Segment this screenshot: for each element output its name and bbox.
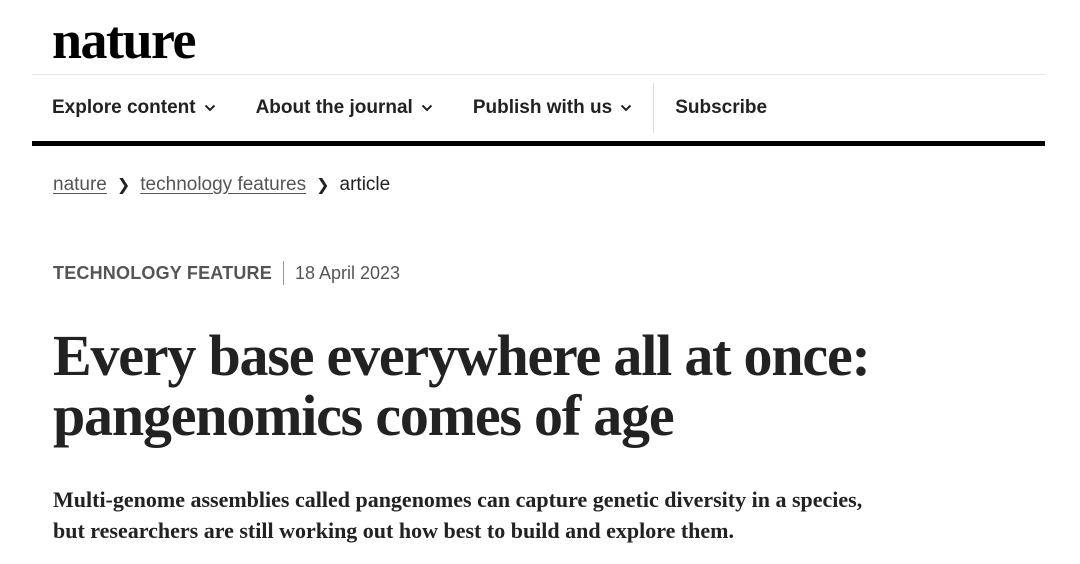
nav-explore-content[interactable]: Explore content [32, 75, 236, 141]
standfirst-line-1: Multi-genome assemblies called pangenome… [53, 487, 863, 512]
chevron-right-icon: ❯ [116, 177, 131, 194]
nav-subscribe-label: Subscribe [675, 97, 768, 118]
article-type: TECHNOLOGY FEATURE [53, 262, 272, 283]
meta-divider [282, 261, 284, 285]
main-nav: Explore content About the journal Publis… [32, 75, 1045, 141]
nav-publish-with-us-label: Publish with us [472, 97, 613, 118]
chevron-right-icon: ❯ [316, 177, 330, 194]
article-meta: TECHNOLOGY FEATURE 18 April 2023 [53, 261, 400, 285]
article-title: Every base everywhere all at once: pange… [53, 326, 1053, 446]
nav-bottom-rule [32, 141, 1045, 146]
article-standfirst: Multi-genome assemblies called pangenome… [53, 484, 1053, 546]
standfirst-line-2: but researchers are still working out ho… [53, 518, 735, 543]
article-title-line-1: Every base everywhere all at once: [53, 323, 871, 388]
chevron-down-icon [421, 104, 433, 112]
nav-publish-with-us[interactable]: Publish with us [453, 75, 652, 141]
breadcrumb-link-nature[interactable]: nature [53, 174, 107, 196]
site-logo[interactable]: nature [52, 10, 197, 70]
article-title-line-2: pangenomics comes of age [53, 383, 675, 448]
nav-about-the-journal[interactable]: About the journal [236, 75, 453, 141]
nav-subscribe[interactable]: Subscribe [655, 75, 787, 141]
breadcrumb: nature ❯ technology features ❯ article [53, 174, 390, 196]
article-date: 18 April 2023 [294, 262, 401, 283]
chevron-down-icon [620, 104, 632, 112]
nav-about-the-journal-label: About the journal [255, 97, 413, 118]
chevron-down-icon [204, 104, 215, 112]
nav-separator [653, 83, 655, 133]
breadcrumb-link-technology-features[interactable]: technology features [140, 174, 306, 196]
breadcrumb-current: article [339, 174, 391, 195]
nav-explore-content-label: Explore content [52, 97, 196, 118]
